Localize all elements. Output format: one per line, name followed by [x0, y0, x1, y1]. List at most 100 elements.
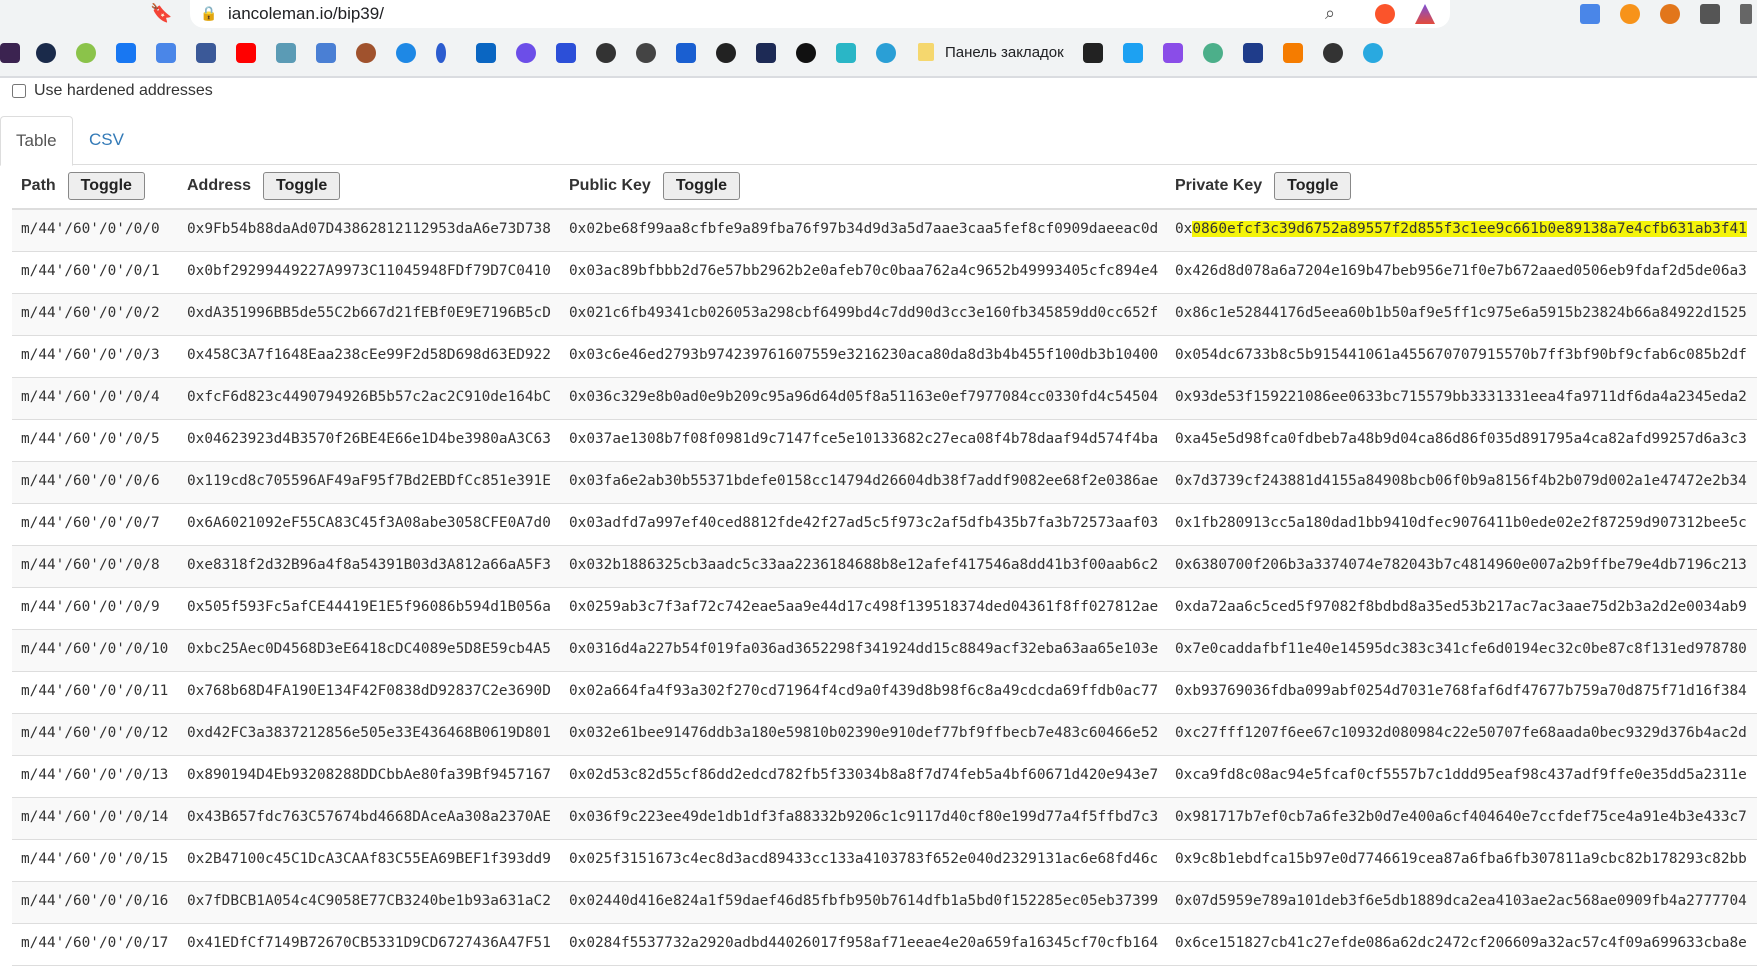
bookmark-icon[interactable] [396, 43, 416, 63]
bookmarks-bar: Панель закладок [0, 31, 1757, 78]
address-cell: 0x0bf29299449227A9973C11045948FDf79D7C04… [187, 263, 551, 279]
bookmark-icon[interactable] [796, 43, 816, 63]
toggle-address-button[interactable]: Toggle [263, 172, 341, 200]
bookmark-icon[interactable] [876, 43, 896, 63]
bookmark-icon[interactable] [1163, 43, 1183, 63]
table-row: m/44'/60'/0'/0/14 0x43B657fdc763C57674bd4… [12, 798, 1757, 840]
hardened-addresses-option[interactable]: Use hardened addresses [12, 82, 213, 100]
bookmark-icon[interactable] [716, 43, 736, 63]
address-cell: 0x2B47100c45C1DcA3CAAf83C55EA69BEF1f393d… [187, 851, 551, 867]
facebook-icon[interactable] [196, 43, 216, 63]
output-tabs: Table CSV [0, 116, 1757, 166]
address-cell: 0xe8318f2d32B96a4f8a54391B03d3A812a66aA5… [187, 557, 551, 573]
toggle-private-key-button[interactable]: Toggle [1274, 172, 1352, 200]
bookmark-icon[interactable] [676, 43, 696, 63]
bookmark-icon[interactable] [316, 43, 336, 63]
bookmark-icon[interactable] [276, 43, 296, 63]
address-cell: 0x9Fb54b88daAd07D43862812112953daA6e73D7… [187, 221, 551, 237]
bookmark-icon[interactable] [36, 43, 56, 63]
table-row: m/44'/60'/0'/0/1 0x0bf29299449227A9973C11… [12, 252, 1757, 294]
address-cell: 0x41EDfCf7149B72670CB5331D9CD6727436A47F… [187, 935, 551, 951]
path-cell: m/44'/60'/0'/0/13 [21, 767, 169, 783]
header-address: Address Toggle [187, 168, 341, 204]
path-header: Path [21, 177, 56, 194]
address-cell: 0x6A6021092eF55CA83C45f3A08abe3058CFE0A7… [187, 515, 551, 531]
bookmark-icon[interactable] [516, 43, 536, 63]
address-cell: 0x119cd8c705596AF49aF95f7Bd2EBDfCc851e39… [187, 473, 551, 489]
bookmark-icon[interactable] [1283, 43, 1303, 63]
metamask-icon[interactable] [1660, 4, 1680, 24]
path-cell: m/44'/60'/0'/0/15 [21, 851, 169, 867]
linkedin-icon[interactable] [476, 43, 496, 63]
bookmark-icon[interactable] [836, 43, 856, 63]
private-key-cell: 0x6ce151827cb41c27efde086a62dc2472cf2066… [1175, 935, 1747, 951]
private-key-cell: 0x981717b7ef0cb7a6fe32b0d7e400a6cf404640… [1175, 809, 1747, 825]
table-row: m/44'/60'/0'/0/0 0x9Fb54b88daAd07D4386281… [12, 210, 1757, 252]
public-key-cell: 0x03c6e46ed2793b974239761607559e3216230a… [569, 347, 1159, 363]
public-key-cell: 0x02be68f99aa8cfbfe9a89fba76f97b34d9d3a5… [569, 221, 1159, 237]
public-key-header: Public Key [569, 177, 651, 194]
bookmark-icon[interactable] [636, 43, 656, 63]
header-private-key: Private Key Toggle [1175, 168, 1352, 204]
address-cell: 0x43B657fdc763C57674bd4668DAceAa308a2370… [187, 809, 551, 825]
private-key-header: Private Key [1175, 177, 1263, 194]
table-row: m/44'/60'/0'/0/8 0xe8318f2d32B96a4f8a5439… [12, 546, 1757, 588]
bookmark-icon[interactable] [116, 43, 136, 63]
lock-icon[interactable]: 🔒 [200, 5, 217, 22]
private-key-cell: 0x426d8d078a6a7204e169b47beb956e71f0e7b6… [1175, 263, 1747, 279]
table-row: m/44'/60'/0'/0/6 0x119cd8c705596AF49aF95f… [12, 462, 1757, 504]
path-cell: m/44'/60'/0'/0/3 [21, 347, 160, 363]
public-key-cell: 0x0316d4a227b54f019fa036ad3652298f341924… [569, 641, 1159, 657]
bookmark-icon[interactable] [1243, 43, 1263, 63]
youtube-icon[interactable] [236, 43, 256, 63]
address-cell: 0x768b68D4FA190E134F42F0838dD92837C2e369… [187, 683, 551, 699]
toggle-path-button[interactable]: Toggle [67, 172, 145, 200]
table-row: m/44'/60'/0'/0/5 0x04623923d4B3570f26BE4E… [12, 420, 1757, 462]
table-row: m/44'/60'/0'/0/3 0x458C3A7f1648Eaa238cEe9… [12, 336, 1757, 378]
table-row: m/44'/60'/0'/0/13 0x890194D4Eb93208288DDC… [12, 756, 1757, 798]
brave-shield-icon[interactable] [1375, 4, 1395, 24]
bookmarks-panel-label[interactable]: Панель закладок [945, 44, 1064, 61]
bookmark-icon[interactable] [156, 43, 176, 63]
bookmark-icon[interactable] [76, 43, 96, 63]
bookmark-icon[interactable] [356, 43, 376, 63]
address-cell: 0xdA351996BB5de55C2b667d21fEBf0E9E7196B5… [187, 305, 551, 321]
address-cell: 0x505f593Fc5afCE44419E1E5f96086b594d1B05… [187, 599, 551, 615]
folder-icon[interactable] [918, 43, 934, 61]
bookmark-icon[interactable] [436, 43, 446, 63]
public-key-cell: 0x021c6fb49341cb026053a298cbf6499bd4c7dd… [569, 305, 1159, 321]
toggle-public-key-button[interactable]: Toggle [662, 172, 741, 200]
table-row: m/44'/60'/0'/0/11 0x768b68D4FA190E134F42F… [12, 672, 1757, 714]
path-cell: m/44'/60'/0'/0/8 [21, 557, 160, 573]
public-key-cell: 0x036c329e8b0ad0e9b209c95a96d64d05f8a511… [569, 389, 1159, 405]
table-row: m/44'/60'/0'/0/15 0x2B47100c45C1DcA3CAAf8… [12, 840, 1757, 882]
menu-icon[interactable] [1740, 4, 1752, 24]
bookmark-icon[interactable]: 🔖 [150, 3, 172, 24]
bookmark-icon[interactable] [596, 43, 616, 63]
table-row: m/44'/60'/0'/0/12 0xd42FC3a3837212856e505… [12, 714, 1757, 756]
private-key-cell: 0x7e0caddafbf11e40e14595dc383c341cfe6d01… [1175, 641, 1747, 657]
hardened-addresses-checkbox[interactable] [12, 84, 26, 98]
bookmark-icon[interactable] [756, 43, 776, 63]
bookmark-icon[interactable] [1203, 43, 1223, 63]
translate-extension-icon[interactable] [1580, 4, 1600, 24]
bookmark-icon[interactable] [556, 43, 576, 63]
bookmark-icon[interactable] [1123, 43, 1143, 63]
header-public-key: Public Key Toggle [569, 168, 741, 204]
private-key-cell: 0x93de53f159221086ee0633bc715579bb333133… [1175, 389, 1747, 405]
extensions-puzzle-icon[interactable] [1700, 4, 1720, 24]
address-header: Address [187, 177, 252, 194]
browser-toolbar: 🔖 🔒 iancoleman.io/bip39/ ⌕ [0, 0, 1757, 31]
zoom-icon[interactable]: ⌕ [1325, 3, 1335, 24]
url-text[interactable]: iancoleman.io/bip39/ [228, 4, 384, 24]
bookmark-icon[interactable] [0, 43, 20, 63]
bookmark-icon[interactable] [1083, 43, 1103, 63]
extension-icon[interactable] [1620, 4, 1640, 24]
public-key-cell: 0x02440d416e824a1f59daef46d85fbfb950b761… [569, 893, 1159, 909]
public-key-cell: 0x032e61bee91476ddb3a180e59810b02390e910… [569, 725, 1159, 741]
tab-table[interactable]: Table [0, 116, 73, 166]
tab-csv[interactable]: CSV [74, 116, 139, 163]
bookmark-icon[interactable] [1323, 43, 1343, 63]
bookmark-icon[interactable] [1363, 43, 1383, 63]
private-key-cell: 0x07d5959e789a101deb3f6e5db1889dca2ea410… [1175, 893, 1747, 909]
